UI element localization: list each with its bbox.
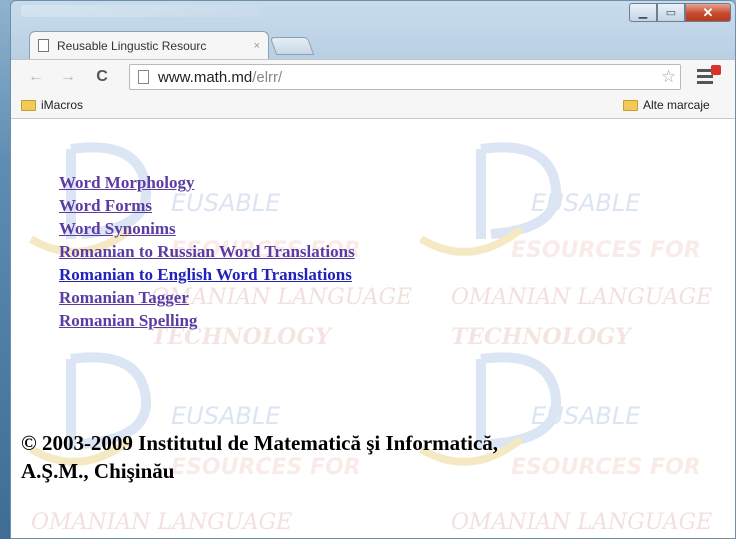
browser-tab[interactable]: Reusable Lingustic Resourc ×: [29, 31, 269, 59]
tab-close-icon[interactable]: ×: [254, 40, 260, 52]
close-window-button[interactable]: ✕: [685, 3, 731, 22]
copyright-line-2: A.Ş.M., Chişinău: [21, 459, 175, 483]
tab-title: Reusable Lingustic Resourc: [57, 38, 207, 53]
navigation-toolbar: ← → C www.math.md/elrr/ ☆: [11, 59, 735, 93]
url-host: www.math.md: [158, 68, 253, 86]
link-romanian-russian[interactable]: Romanian to Russian Word Translations: [59, 240, 355, 263]
back-button[interactable]: ←: [25, 66, 47, 88]
watermark-text: EUSABLE: [171, 402, 281, 430]
bookmark-star-icon[interactable]: ☆: [661, 67, 676, 87]
watermark-text: OMANIAN LANGUAGE: [451, 510, 712, 535]
browser-window: ▁ ▭ ✕ Reusable Lingustic Resourc × ← → C…: [10, 0, 736, 539]
page-icon: [138, 70, 149, 84]
title-bar[interactable]: ▁ ▭ ✕: [11, 1, 735, 31]
chrome-menu-button[interactable]: [697, 65, 721, 85]
update-badge-icon: [711, 65, 721, 75]
watermark-text: OMANIAN LANGUAGE: [451, 285, 712, 310]
bookmark-folder-imacros[interactable]: iMacros: [21, 98, 83, 112]
link-romanian-english[interactable]: Romanian to English Word Translations: [59, 263, 355, 286]
bookmark-label: iMacros: [41, 98, 84, 112]
link-romanian-spelling[interactable]: Romanian Spelling: [59, 309, 355, 332]
bookmark-folder-other[interactable]: Alte marcaje: [623, 98, 710, 112]
address-bar[interactable]: www.math.md/elrr/: [129, 64, 681, 90]
watermark-text: TECHNOLOGY: [451, 324, 633, 350]
watermark-text: ESOURCES FOR: [511, 238, 701, 263]
menu-bar-icon: [697, 75, 713, 78]
maximize-button[interactable]: ▭: [657, 3, 685, 22]
reload-button[interactable]: C: [91, 66, 113, 88]
link-romanian-tagger[interactable]: Romanian Tagger: [59, 286, 355, 309]
blurred-background-text: [21, 5, 261, 17]
folder-icon: [21, 99, 36, 111]
bookmarks-bar: iMacros Alte marcaje: [11, 93, 735, 119]
minimize-button[interactable]: ▁: [629, 3, 657, 22]
link-word-synonims[interactable]: Word Synonims: [59, 217, 355, 240]
link-word-forms[interactable]: Word Forms: [59, 194, 355, 217]
resource-links: Word Morphology Word Forms Word Synonims…: [59, 171, 355, 332]
watermark-text: OMANIAN LANGUAGE: [31, 510, 292, 535]
page-icon: [38, 39, 49, 52]
new-tab-button[interactable]: [269, 37, 315, 55]
window-controls: ▁ ▭ ✕: [629, 3, 731, 22]
watermark-text: EUSABLE: [531, 189, 641, 217]
menu-bar-icon: [697, 81, 713, 84]
watermark-text: EUSABLE: [531, 402, 641, 430]
forward-button[interactable]: →: [57, 66, 79, 88]
url-path: /elrr/: [252, 68, 283, 86]
copyright-line-1: © 2003-2009 Institutul de Matematică şi …: [21, 431, 499, 455]
link-word-morphology[interactable]: Word Morphology: [59, 171, 355, 194]
copyright-footer: © 2003-2009 Institutul de Matematică şi …: [21, 429, 498, 485]
watermark-text: ESOURCES FOR: [511, 455, 701, 480]
bookmark-label: Alte marcaje: [643, 98, 710, 112]
page-content: EUSABLE ESOURCES FOR OMANIAN LANGUAGE TE…: [11, 119, 735, 538]
folder-icon: [623, 99, 638, 111]
